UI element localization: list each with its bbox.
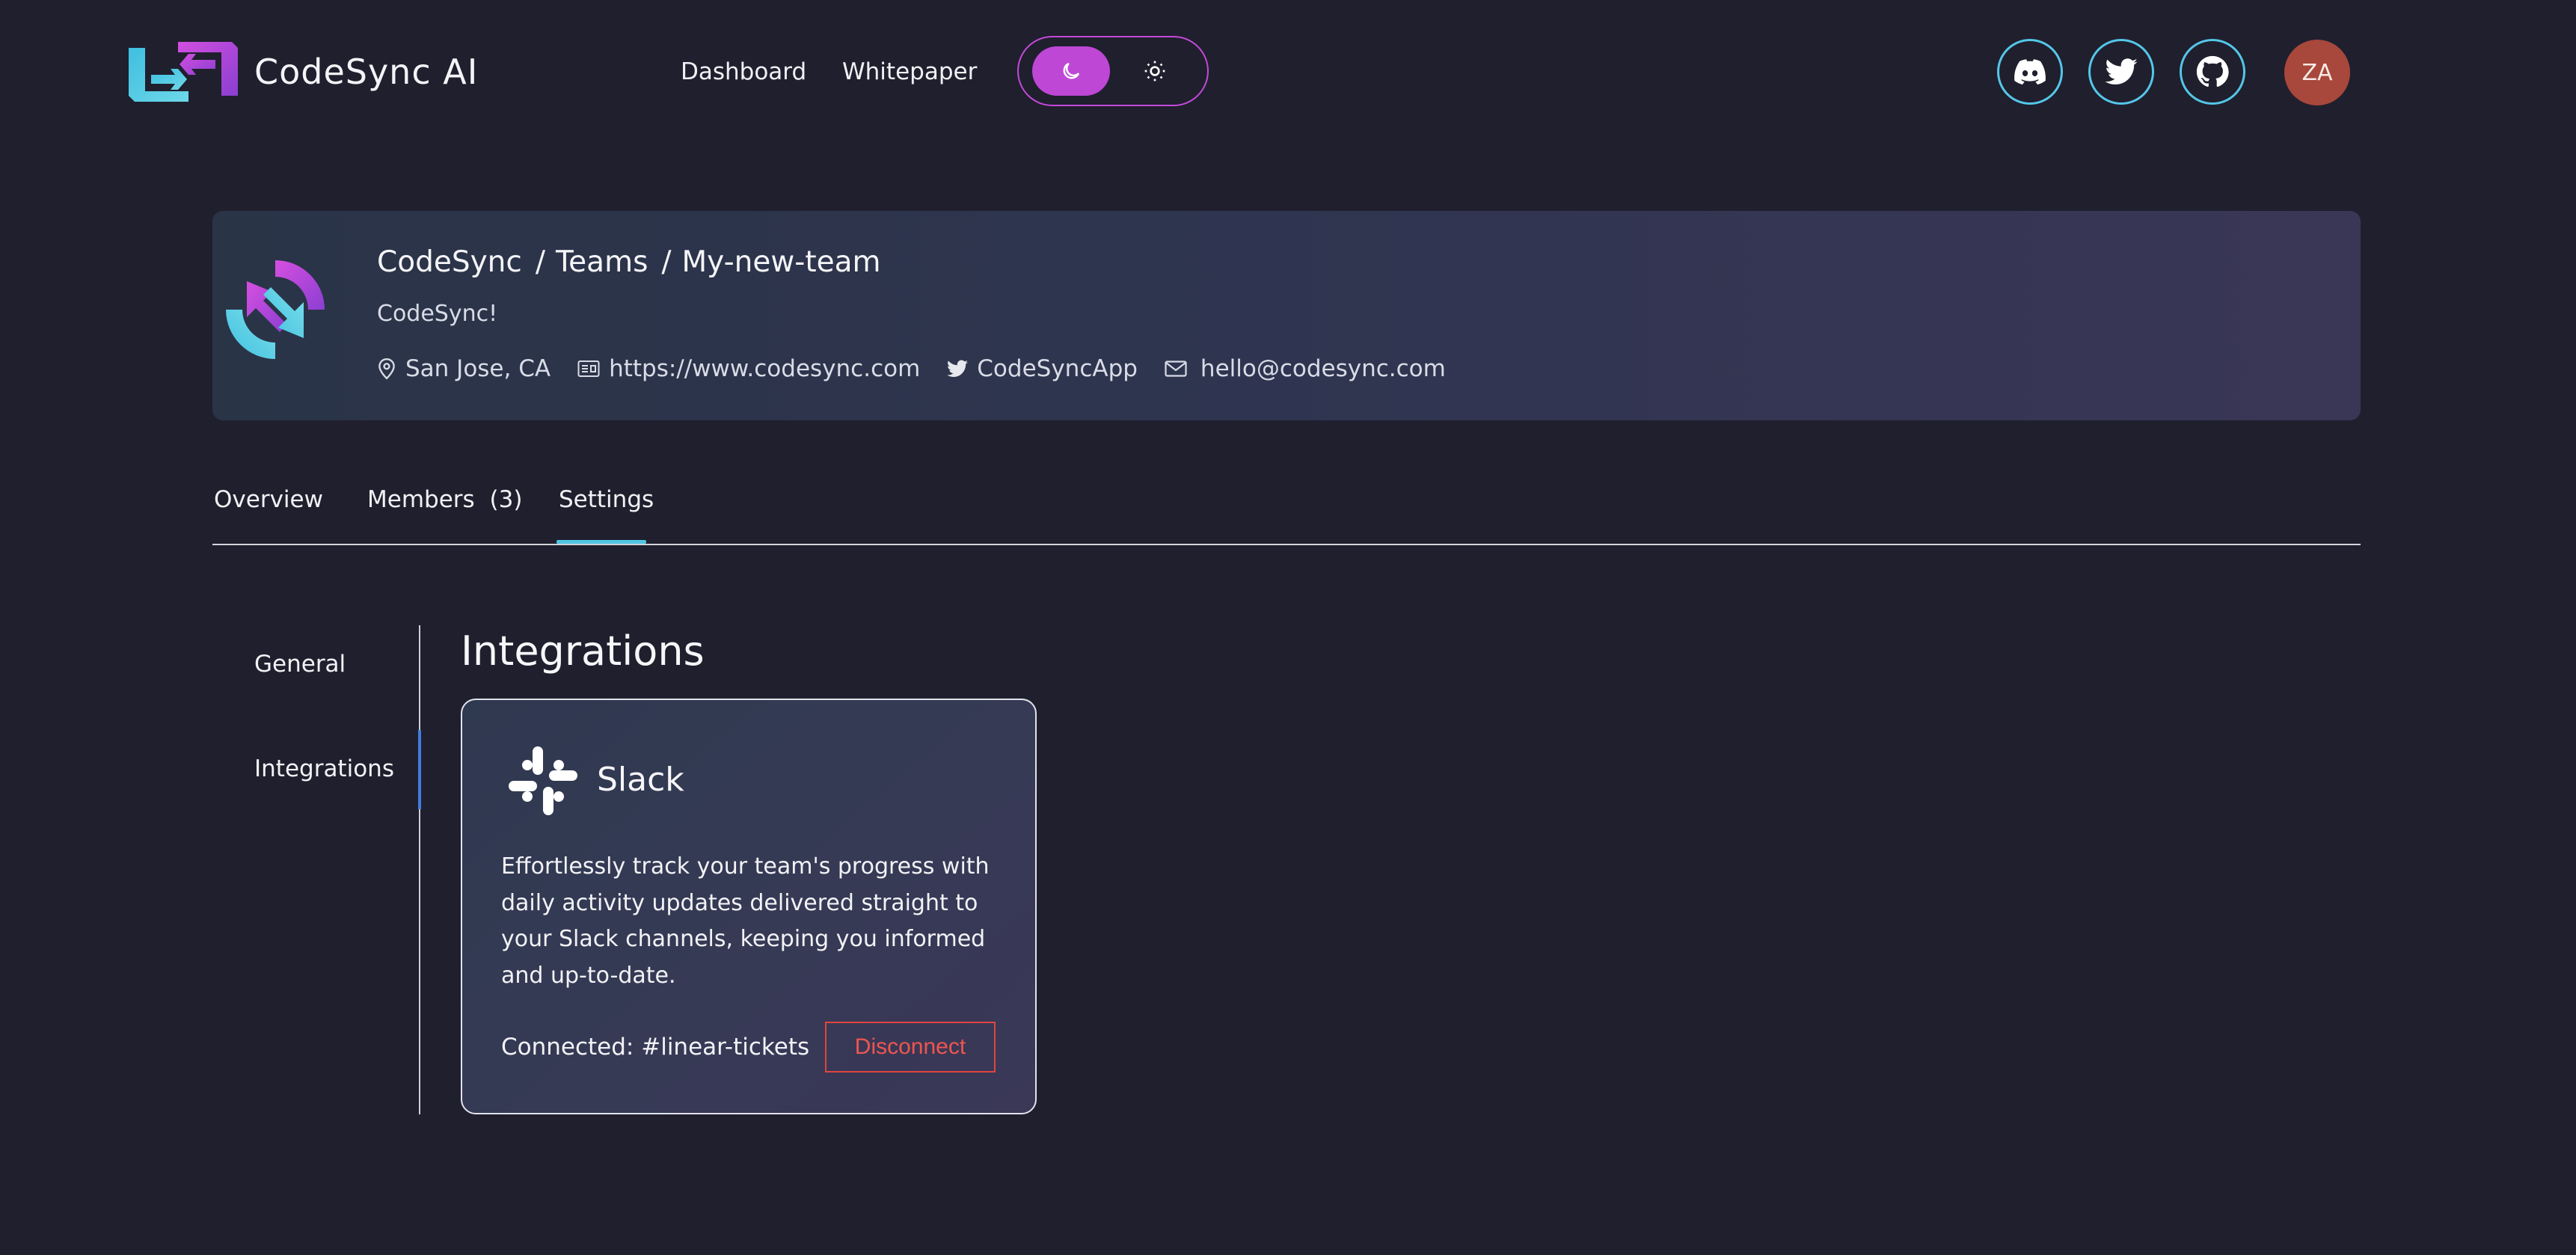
team-email[interactable]: hello@codesync.com [1165,355,1446,382]
twitter-icon [2105,58,2138,85]
breadcrumb-team-name: My-new-team [681,245,881,279]
settings-nav-integrations[interactable]: Integrations [254,754,394,784]
breadcrumb-teams[interactable]: Teams [556,245,648,279]
team-meta: San Jose, CA https://www.codesync.com Co… [377,352,1473,386]
website-icon [577,360,600,377]
theme-toggle [1017,36,1209,106]
breadcrumb-separator: / [661,245,672,279]
nav-whitepaper[interactable]: Whitepaper [842,57,977,87]
discord-icon [2014,59,2046,85]
tab-overview[interactable]: Overview [214,485,323,515]
breadcrumb: CodeSync / Teams / My-new-team [377,244,881,281]
active-tab-indicator [556,540,646,544]
location-pin-icon [378,358,395,380]
tab-members[interactable]: Members (3) [367,485,522,515]
twitter-link[interactable] [2088,39,2154,105]
breadcrumb-org[interactable]: CodeSync [377,245,522,279]
dark-mode-button[interactable] [1032,46,1110,96]
slack-description: Effortlessly track your team's progress … [501,853,990,989]
team-website[interactable]: https://www.codesync.com [577,355,920,382]
user-avatar[interactable]: ZA [2284,40,2350,105]
nav-dashboard[interactable]: Dashboard [681,57,806,87]
settings-nav-divider [419,625,420,1114]
light-mode-button[interactable] [1116,46,1194,96]
tab-settings[interactable]: Settings [559,485,654,515]
mail-icon [1165,360,1187,377]
members-count: (3) [489,486,523,513]
sun-icon [1144,61,1165,82]
moon-icon [1063,62,1080,79]
slack-icon [509,746,577,815]
discord-link[interactable] [1997,39,2063,105]
team-tagline: CodeSync! [377,301,498,327]
twitter-icon [947,360,969,377]
slack-title: Slack [597,761,684,799]
brand-name: CodeSync AI [254,52,479,92]
team-header-card [212,211,2361,420]
breadcrumb-separator: / [535,245,545,279]
team-twitter[interactable]: CodeSyncApp [947,355,1138,382]
github-icon [2196,55,2229,88]
settings-nav-general[interactable]: General [254,649,346,679]
team-avatar-logo [226,260,325,359]
settings-nav-active-indicator [418,730,421,809]
slack-connection-status: Connected: #linear-tickets [501,1034,810,1061]
tabs-divider [212,544,2361,545]
integrations-title: Integrations [461,628,705,675]
codesync-logo[interactable] [129,42,238,102]
team-location: San Jose, CA [377,355,551,382]
tab-members-label: Members [367,486,475,513]
github-link[interactable] [2180,39,2245,105]
disconnect-button[interactable]: Disconnect [825,1022,996,1073]
